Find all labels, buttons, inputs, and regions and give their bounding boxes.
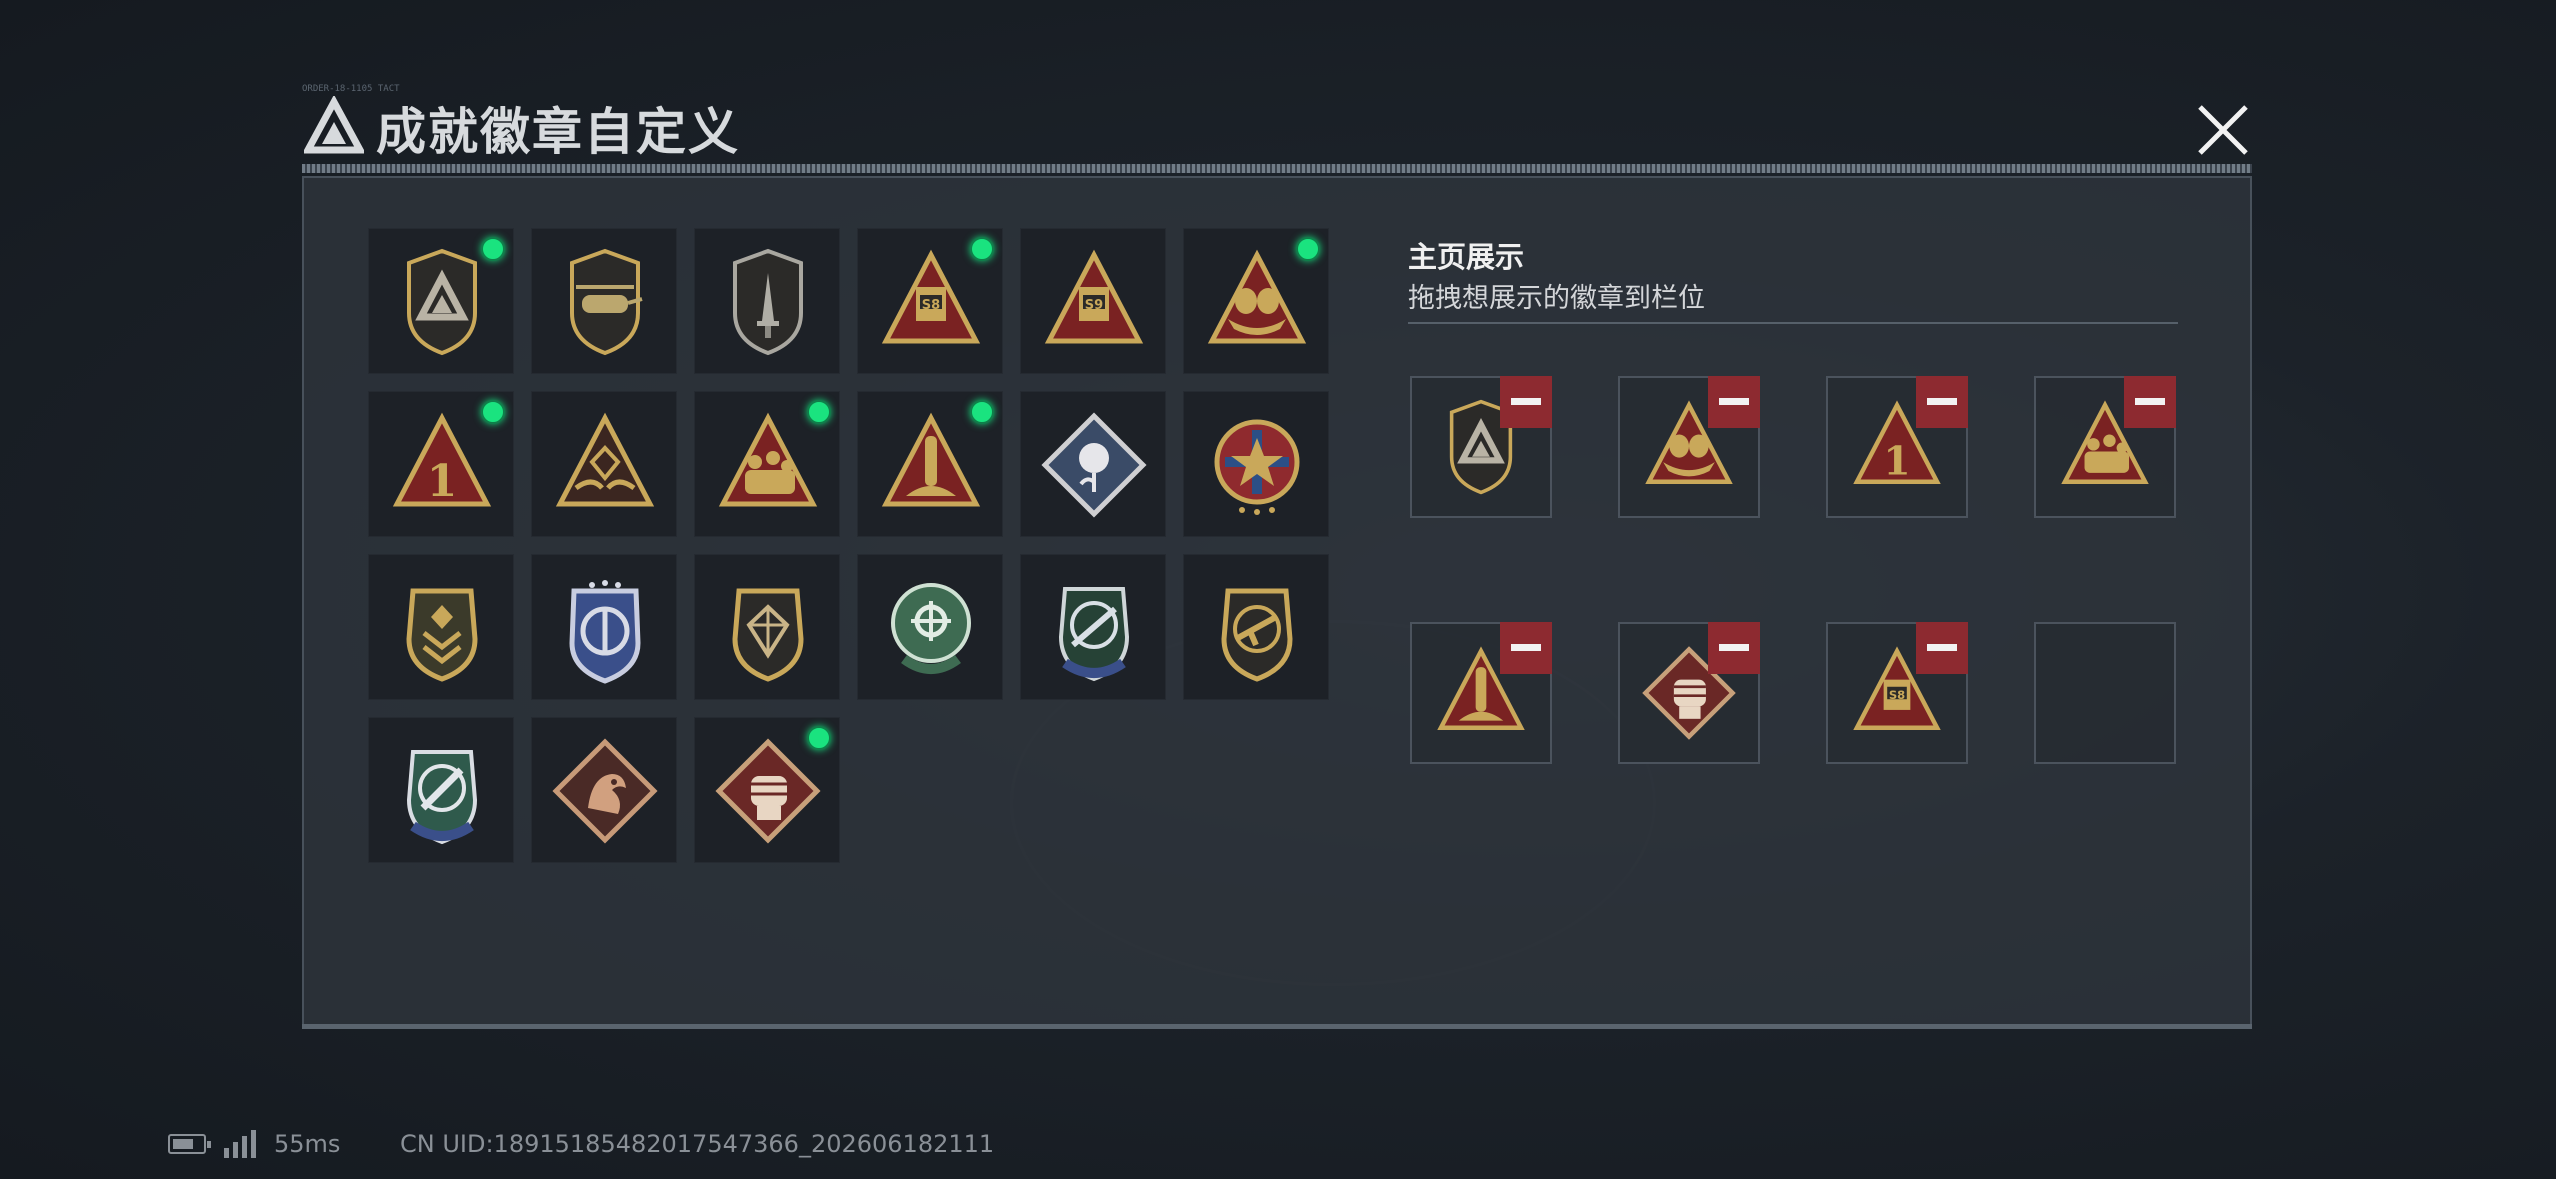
badge-grid: S8 S9 1: [368, 228, 1338, 868]
showcase-slot[interactable]: [2034, 622, 2176, 764]
delta-logo-icon: [304, 96, 364, 154]
gem-icon: [732, 588, 804, 682]
panel-bottom-line: [302, 1024, 2252, 1029]
remove-badge-button[interactable]: [1916, 622, 1968, 674]
new-badge-indicator: [970, 237, 994, 261]
status-bar: 55ms CN UID:18915185482017547366_2026061…: [166, 1128, 1166, 1162]
knife-crosshair-icon: [406, 750, 478, 845]
close-button[interactable]: [2190, 97, 2256, 163]
blue-rifle-badge[interactable]: [1020, 554, 1166, 700]
close-icon: [2198, 105, 2248, 155]
triangle-hands-badge[interactable]: [531, 391, 677, 537]
new-badge-indicator: [807, 400, 831, 424]
remove-badge-button[interactable]: [1708, 376, 1760, 428]
triangle-rocket-badge[interactable]: [857, 391, 1003, 537]
star-medal-icon: [1214, 419, 1300, 515]
new-badge-indicator: [970, 400, 994, 424]
blue-wing-icon: [569, 580, 641, 684]
showcase-slot[interactable]: [1618, 376, 1760, 518]
new-badge-indicator: [481, 400, 505, 424]
diamond-rose-badge[interactable]: [1020, 391, 1166, 537]
showcase-slot[interactable]: [1618, 622, 1760, 764]
shield-gem-badge[interactable]: [694, 554, 840, 700]
remove-badge-button[interactable]: [1500, 376, 1552, 428]
dragon-icon: [552, 738, 658, 844]
diamond-dragon-badge[interactable]: [531, 717, 677, 863]
latency-text: 55ms: [274, 1130, 341, 1158]
shield-dagger-badge[interactable]: [694, 228, 840, 374]
green-crosshair-badge[interactable]: [857, 554, 1003, 700]
uid-text: CN UID:18915185482017547366_202606182111: [400, 1130, 995, 1158]
hands-gem-icon: [555, 412, 655, 507]
header-divider: [302, 164, 2252, 173]
showcase-slot[interactable]: 1: [1826, 376, 1968, 518]
triangle-eggs-badge[interactable]: [1183, 228, 1329, 374]
svg-text:S8: S8: [1889, 688, 1905, 702]
triangle-s8-badge[interactable]: S8: [857, 228, 1003, 374]
rifle-crosshair-icon: [1058, 587, 1130, 682]
showcase-divider: [1408, 322, 2178, 324]
svg-text:1: 1: [427, 456, 458, 507]
triangle-one-badge[interactable]: 1: [368, 391, 514, 537]
green-knife-badge[interactable]: [368, 717, 514, 863]
battery-icon: [168, 1134, 211, 1154]
remove-badge-button[interactable]: [1916, 376, 1968, 428]
remove-badge-button[interactable]: [2124, 376, 2176, 428]
shield-smg-badge[interactable]: [1183, 554, 1329, 700]
shield-helicopter-badge[interactable]: [531, 228, 677, 374]
signal-icon: [224, 1130, 256, 1158]
triangle-squad-badge[interactable]: [694, 391, 840, 537]
showcase-slot[interactable]: [2034, 376, 2176, 518]
svg-text:S9: S9: [1085, 298, 1103, 313]
s9-vehicle-icon: S9: [1044, 249, 1144, 344]
new-badge-indicator: [481, 237, 505, 261]
new-badge-indicator: [807, 726, 831, 750]
crosshair-icon: [891, 583, 971, 674]
shield-delta-badge[interactable]: [368, 228, 514, 374]
shield-rank-badge[interactable]: [368, 554, 514, 700]
showcase-slot[interactable]: [1410, 622, 1552, 764]
showcase-title: 主页展示: [1408, 240, 1525, 274]
remove-badge-button[interactable]: [1708, 622, 1760, 674]
showcase-slot[interactable]: [1410, 376, 1552, 518]
new-badge-indicator: [1296, 237, 1320, 261]
svg-text:S8: S8: [922, 298, 940, 313]
helicopter-icon: [570, 248, 643, 356]
showcase-slot[interactable]: S8: [1826, 622, 1968, 764]
smg-icon: [1221, 588, 1293, 682]
blue-shield-badge[interactable]: [531, 554, 677, 700]
triangle-s9-badge[interactable]: S9: [1020, 228, 1166, 374]
remove-badge-button[interactable]: [1500, 622, 1552, 674]
rose-icon: [1041, 412, 1147, 518]
showcase-subtitle: 拖拽想展示的徽章到栏位: [1408, 283, 1705, 314]
chevron-rank-icon: [406, 588, 478, 682]
header: ORDER-18-1105 TACT 成就徽章自定义: [302, 84, 2252, 178]
svg-text:1: 1: [1883, 439, 1910, 485]
dagger-icon: [733, 248, 803, 356]
diamond-fist-badge[interactable]: [694, 717, 840, 863]
round-star-badge[interactable]: [1183, 391, 1329, 537]
page-title: 成就徽章自定义: [376, 103, 740, 161]
